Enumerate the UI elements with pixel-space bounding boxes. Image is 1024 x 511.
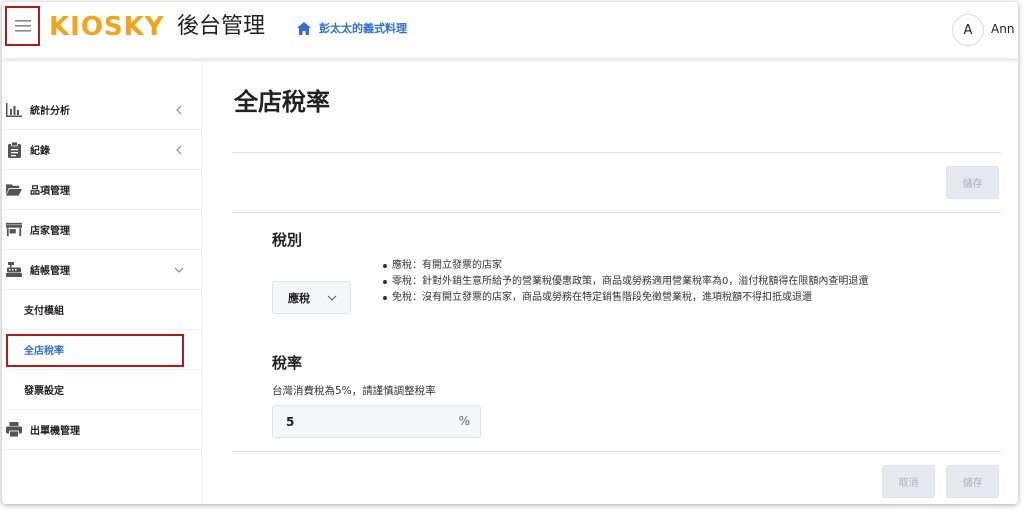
percent-unit: % xyxy=(458,414,470,428)
description-item: 免稅：沒有開立發票的店家，商品或勞務在特定銷售階段免徵營業稅，進項稅額不得扣抵或… xyxy=(382,290,942,306)
hamburger-icon xyxy=(14,20,31,32)
sidebar-item-statistics[interactable]: 統計分析 xyxy=(2,90,202,130)
chevron-left-icon xyxy=(176,105,182,115)
chevron-down-icon xyxy=(174,267,184,273)
sidebar-item-records[interactable]: 紀錄 xyxy=(2,130,202,170)
app-window: KIOSKY 後台管理 彭太太的義式料理 A Ann 統計分析 紀錄 品項管理 … xyxy=(2,2,1018,504)
cash-register-icon xyxy=(6,262,22,278)
sidebar-item-checkout[interactable]: 結帳管理 xyxy=(2,250,202,290)
username[interactable]: Ann xyxy=(991,22,1014,36)
bar-chart-icon xyxy=(6,102,22,118)
printer-icon xyxy=(6,422,22,438)
main-content: 全店稅率 儲存 稅別 應稅 應稅：有開立發票的店家 零稅：針對外銷生意所給予的營… xyxy=(202,62,1018,504)
sidebar-item-printer[interactable]: 出單機管理 xyxy=(2,410,202,450)
chevron-down-icon xyxy=(327,295,337,301)
sidebar-subitem-invoice[interactable]: 發票設定 xyxy=(2,370,202,410)
tax-type-title: 稅別 xyxy=(272,231,303,249)
divider xyxy=(232,451,1001,452)
tax-rate-input[interactable] xyxy=(273,406,453,437)
app-title: 後台管理 xyxy=(177,14,266,39)
divider xyxy=(232,152,1001,153)
tax-rate-hint: 台灣消費稅為5%，請謹慎調整稅率 xyxy=(272,385,436,397)
tax-rate-title: 稅率 xyxy=(272,354,303,372)
store-selector[interactable]: 彭太太的義式料理 xyxy=(297,20,407,36)
tax-type-select[interactable]: 應稅 xyxy=(272,281,351,314)
folder-open-icon xyxy=(6,182,22,198)
store-name: 彭太太的義式料理 xyxy=(319,22,407,35)
sidebar-subitem-payment[interactable]: 支付模組 xyxy=(2,290,202,330)
sidebar-item-store[interactable]: 店家管理 xyxy=(2,210,202,250)
sidebar-subitem-label: 支付模組 xyxy=(24,306,64,317)
page-title: 全店稅率 xyxy=(234,88,330,116)
tax-type-selected: 應稅 xyxy=(288,291,310,305)
description-item: 零稅：針對外銷生意所給予的營業稅優惠政策，商品或勞務適用營業稅率為0，溢付稅額得… xyxy=(382,274,942,290)
user-avatar[interactable]: A xyxy=(952,14,984,46)
sidebar-item-label: 品項管理 xyxy=(30,186,70,197)
sidebar-item-label: 結帳管理 xyxy=(30,266,70,277)
save-button-bottom[interactable]: 儲存 xyxy=(946,465,999,498)
sidebar-item-label: 出單機管理 xyxy=(30,426,80,437)
store-icon xyxy=(6,222,22,238)
home-icon xyxy=(297,21,311,35)
tax-type-descriptions: 應稅：有開立發票的店家 零稅：針對外銷生意所給予的營業稅優惠政策，商品或勞務適用… xyxy=(382,258,942,306)
clipboard-icon xyxy=(6,141,22,158)
sidebar-item-label: 統計分析 xyxy=(30,106,70,117)
tax-rate-field: % xyxy=(272,405,481,438)
chevron-left-icon xyxy=(176,145,182,155)
kiosky-logo: KIOSKY xyxy=(49,12,165,42)
sidebar-item-label: 店家管理 xyxy=(30,226,70,237)
sidebar-item-products[interactable]: 品項管理 xyxy=(2,170,202,210)
sidebar-subitem-label: 發票設定 xyxy=(24,386,64,397)
sidebar-item-label: 紀錄 xyxy=(30,146,50,157)
top-header: KIOSKY 後台管理 彭太太的義式料理 A Ann xyxy=(2,2,1018,58)
hamburger-menu-button[interactable] xyxy=(5,6,40,46)
divider xyxy=(232,212,1001,213)
cancel-button[interactable]: 取消 xyxy=(882,465,935,498)
description-item: 應稅：有開立發票的店家 xyxy=(382,258,942,274)
sidebar: 統計分析 紀錄 品項管理 店家管理 結帳管理 支付模組 全店稅率 發票設定 出單… xyxy=(2,62,202,504)
save-button-top[interactable]: 儲存 xyxy=(946,166,999,199)
highlight-box xyxy=(6,334,184,367)
